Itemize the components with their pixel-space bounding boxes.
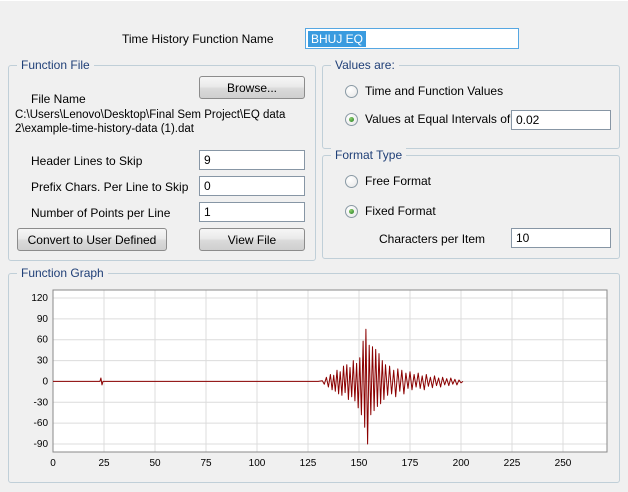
- file-path-line1: C:\Users\Lenovo\Desktop\Final Sem Projec…: [15, 109, 286, 121]
- values-are-group-title: Values are:: [331, 58, 399, 72]
- radio-time-function-values[interactable]: Time and Function Values: [345, 84, 503, 98]
- file-path-line2: 2\example-time-history-data (1).dat: [15, 123, 194, 135]
- radio-values-equal-intervals[interactable]: Values at Equal Intervals of: [345, 112, 510, 126]
- svg-text:0: 0: [42, 376, 48, 387]
- header-lines-input[interactable]: [199, 150, 305, 170]
- header-lines-label: Header Lines to Skip: [31, 154, 143, 168]
- radio-time-function-values-label: Time and Function Values: [365, 84, 504, 98]
- radio-unchecked-icon: [345, 174, 358, 188]
- radio-checked-icon: [345, 112, 358, 126]
- svg-text:175: 175: [402, 458, 419, 469]
- radio-unchecked-icon: [345, 84, 358, 98]
- svg-text:200: 200: [453, 458, 470, 469]
- function-graph-chart: 0 25 50 75 100 125 150 175 200 225 250 120 90 60 30 0 -3…: [17, 286, 611, 474]
- svg-text:-30: -30: [34, 397, 49, 408]
- chars-per-item-label: Characters per Item: [379, 232, 486, 246]
- svg-text:225: 225: [504, 458, 521, 469]
- radio-values-equal-intervals-label: Values at Equal Intervals of: [365, 112, 511, 126]
- function-graph-svg: 0 25 50 75 100 125 150 175 200 225 250 120 90 60 30 0 -3…: [31, 289, 608, 469]
- function-file-group: Function File Browse... File Name C:\Use…: [8, 58, 316, 261]
- prefix-chars-label: Prefix Chars. Per Line to Skip: [31, 180, 189, 194]
- svg-text:-60: -60: [34, 418, 49, 429]
- svg-text:-90: -90: [34, 439, 49, 450]
- svg-text:0: 0: [50, 458, 56, 469]
- svg-text:60: 60: [37, 335, 49, 346]
- function-name-input[interactable]: BHUJ EQ: [305, 28, 519, 49]
- points-per-line-label: Number of Points per Line: [31, 206, 171, 220]
- function-file-group-title: Function File: [17, 58, 94, 72]
- function-graph-group-title: Function Graph: [17, 266, 108, 280]
- svg-text:30: 30: [37, 356, 49, 367]
- svg-text:90: 90: [37, 314, 49, 325]
- format-type-group: Format Type Free Format Fixed Format Cha…: [322, 148, 620, 259]
- svg-text:250: 250: [555, 458, 572, 469]
- browse-button[interactable]: Browse...: [199, 76, 305, 99]
- view-file-button[interactable]: View File: [199, 228, 305, 251]
- radio-fixed-format[interactable]: Fixed Format: [345, 204, 436, 218]
- radio-free-format[interactable]: Free Format: [345, 174, 431, 188]
- svg-text:75: 75: [200, 458, 212, 469]
- interval-input[interactable]: [511, 110, 611, 130]
- time-history-function-dialog: Time History Function Name BHUJ EQ Funct…: [0, 0, 628, 492]
- radio-checked-icon: [345, 204, 358, 218]
- svg-text:150: 150: [351, 458, 368, 469]
- format-type-group-title: Format Type: [331, 148, 407, 162]
- points-per-line-input[interactable]: [199, 202, 305, 222]
- radio-fixed-format-label: Fixed Format: [365, 204, 436, 218]
- file-name-label: File Name: [31, 92, 86, 106]
- values-are-group: Values are: Time and Function Values Val…: [322, 58, 620, 149]
- prefix-chars-input[interactable]: [199, 176, 305, 196]
- function-name-label: Time History Function Name: [122, 32, 274, 46]
- convert-user-defined-button[interactable]: Convert to User Defined: [17, 228, 167, 251]
- svg-text:100: 100: [249, 458, 266, 469]
- svg-text:120: 120: [31, 293, 48, 304]
- svg-text:25: 25: [98, 458, 110, 469]
- svg-text:50: 50: [149, 458, 161, 469]
- function-name-selection: BHUJ EQ: [308, 30, 367, 47]
- chars-per-item-input[interactable]: [511, 228, 611, 248]
- svg-text:125: 125: [300, 458, 317, 469]
- function-graph-group: Function Graph 0 25 50 75 100 125 150 175 200 225…: [8, 266, 620, 483]
- radio-free-format-label: Free Format: [365, 174, 432, 188]
